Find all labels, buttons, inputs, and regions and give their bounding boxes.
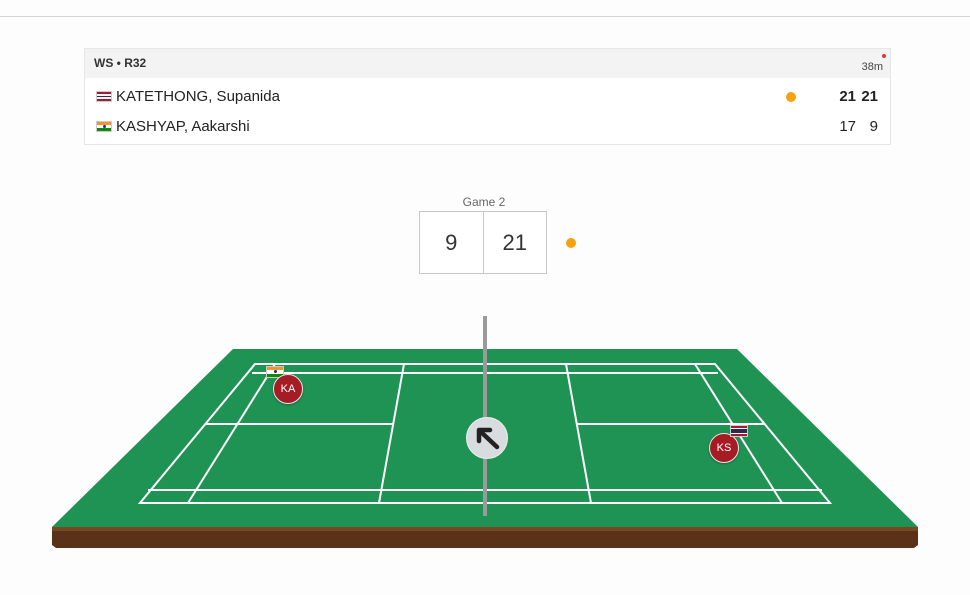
thailand-flag-icon bbox=[730, 425, 748, 437]
shuttle-direction-indicator[interactable] bbox=[466, 417, 508, 459]
player-token-left[interactable]: KA bbox=[273, 374, 303, 404]
arrow-up-left-icon bbox=[476, 427, 500, 450]
player-token-right[interactable]: KS bbox=[709, 433, 739, 463]
court-base-top bbox=[52, 527, 918, 531]
badminton-court bbox=[52, 316, 918, 548]
